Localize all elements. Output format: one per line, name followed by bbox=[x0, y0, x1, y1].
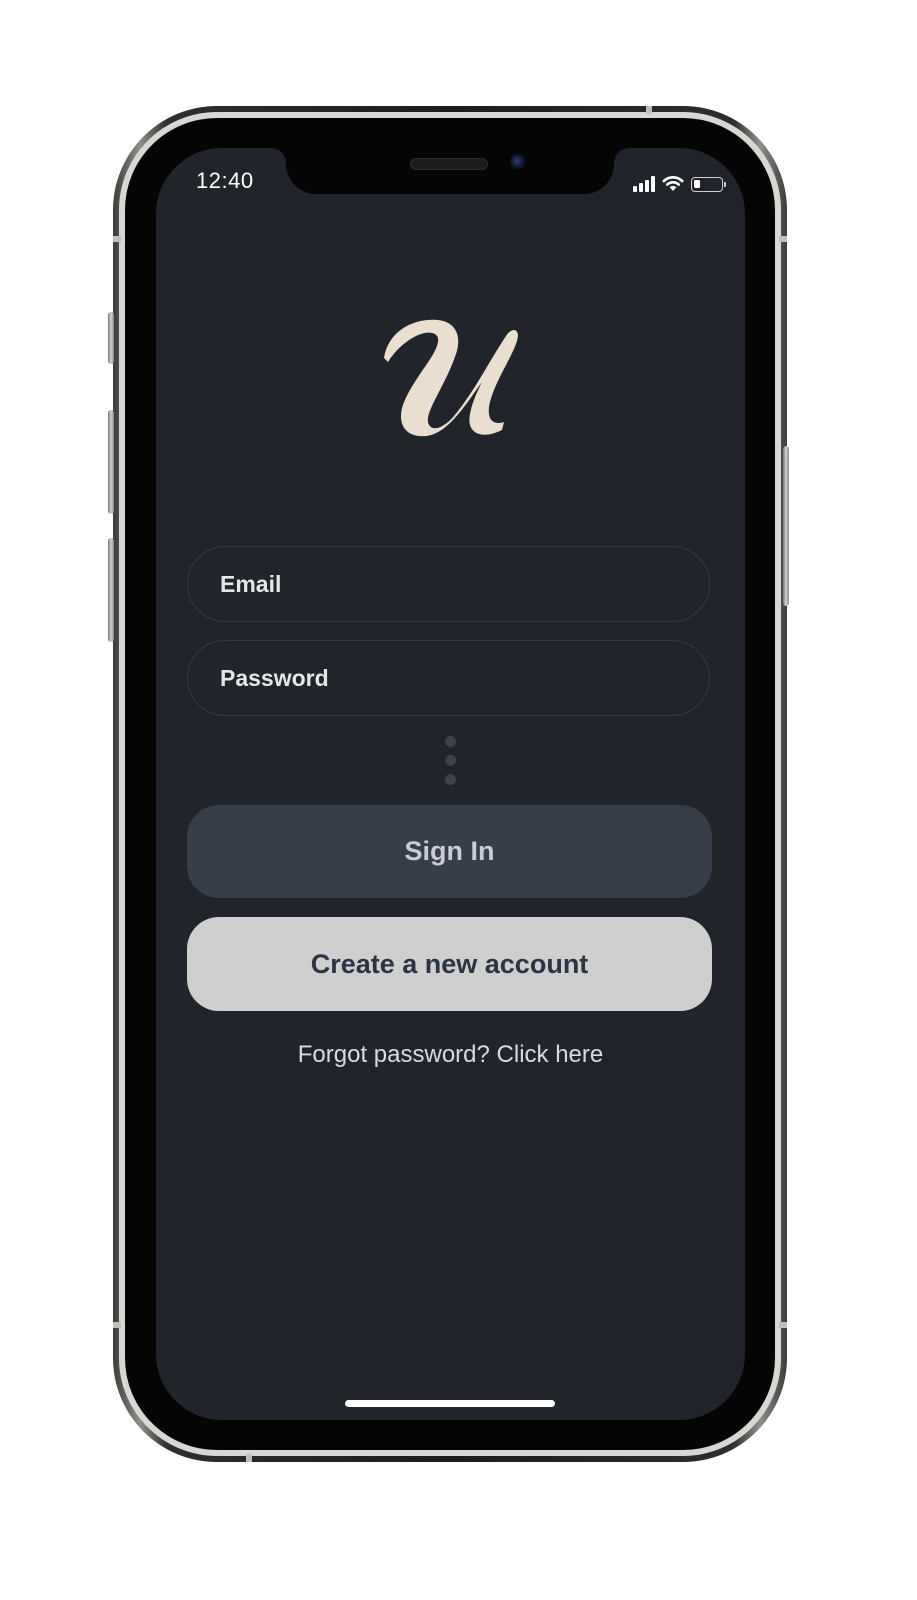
battery-level bbox=[694, 180, 700, 188]
antenna-band bbox=[646, 106, 652, 114]
loading-dots-icon bbox=[444, 736, 456, 788]
email-input[interactable] bbox=[188, 547, 709, 621]
sign-in-button[interactable]: Sign In bbox=[187, 805, 712, 898]
antenna-band bbox=[779, 1322, 787, 1328]
status-time: 12:40 bbox=[196, 168, 254, 193]
device-mockup: 12:40 Email Sign In Create a new account… bbox=[0, 0, 917, 1600]
forgot-password-link[interactable]: Forgot password? Click here bbox=[156, 1041, 745, 1069]
earpiece-speaker bbox=[410, 158, 488, 170]
cellular-signal-icon bbox=[633, 176, 655, 192]
volume-up-button bbox=[108, 410, 114, 514]
app-logo bbox=[384, 319, 518, 437]
email-field[interactable] bbox=[187, 546, 710, 622]
notch bbox=[272, 148, 628, 194]
battery-icon bbox=[691, 177, 726, 192]
home-indicator[interactable] bbox=[345, 1400, 555, 1407]
password-field[interactable] bbox=[187, 640, 710, 716]
front-camera bbox=[510, 154, 526, 170]
antenna-band bbox=[113, 236, 121, 242]
wifi-icon bbox=[662, 176, 684, 191]
create-account-button[interactable]: Create a new account bbox=[187, 917, 712, 1011]
status-icons bbox=[633, 172, 726, 192]
volume-down-button bbox=[108, 538, 114, 642]
antenna-band bbox=[246, 1454, 252, 1462]
antenna-band bbox=[113, 1322, 121, 1328]
password-input[interactable] bbox=[188, 641, 709, 715]
power-button bbox=[783, 446, 789, 606]
app-screen: 12:40 Email Sign In Create a new account… bbox=[156, 148, 745, 1420]
antenna-band bbox=[779, 236, 787, 242]
silent-switch bbox=[108, 312, 114, 364]
